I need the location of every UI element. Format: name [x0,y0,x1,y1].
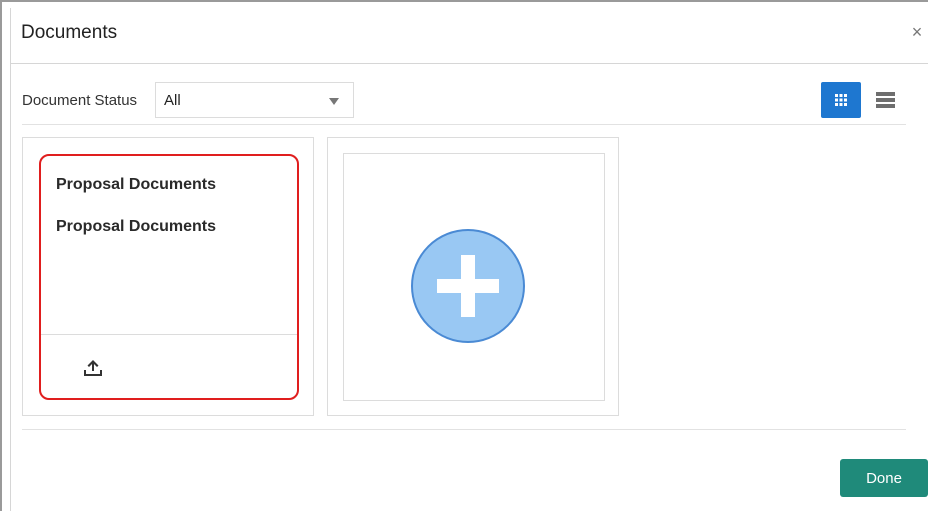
document-title: Proposal Documents [56,176,217,193]
grid-view-icon [835,94,847,106]
dialog-header: Documents × [10,8,928,64]
grid-view-button[interactable] [821,82,861,118]
upload-icon[interactable] [81,356,105,380]
chevron-down-icon [329,98,339,105]
toolbar-divider [22,124,906,125]
document-card-highlight: Proposal Documents Proposal Documents [39,154,299,400]
done-button[interactable]: Done [840,459,928,497]
document-subtitle: Proposal Documents [56,218,217,235]
list-view-icon [876,92,895,108]
add-document-area [343,153,605,401]
close-icon[interactable]: × [906,20,928,44]
document-status-value: All [164,92,181,109]
add-document-card[interactable] [327,137,619,416]
dialog-title: Documents [21,22,118,43]
document-card[interactable]: Proposal Documents Proposal Documents [22,137,314,416]
dialog-left-border [10,64,11,511]
footer-divider [22,429,906,430]
list-view-button[interactable] [868,82,904,118]
document-status-select[interactable]: All [155,82,354,118]
add-circle-icon[interactable] [410,228,526,344]
document-status-label: Document Status [22,92,138,109]
document-card-divider [41,334,297,335]
